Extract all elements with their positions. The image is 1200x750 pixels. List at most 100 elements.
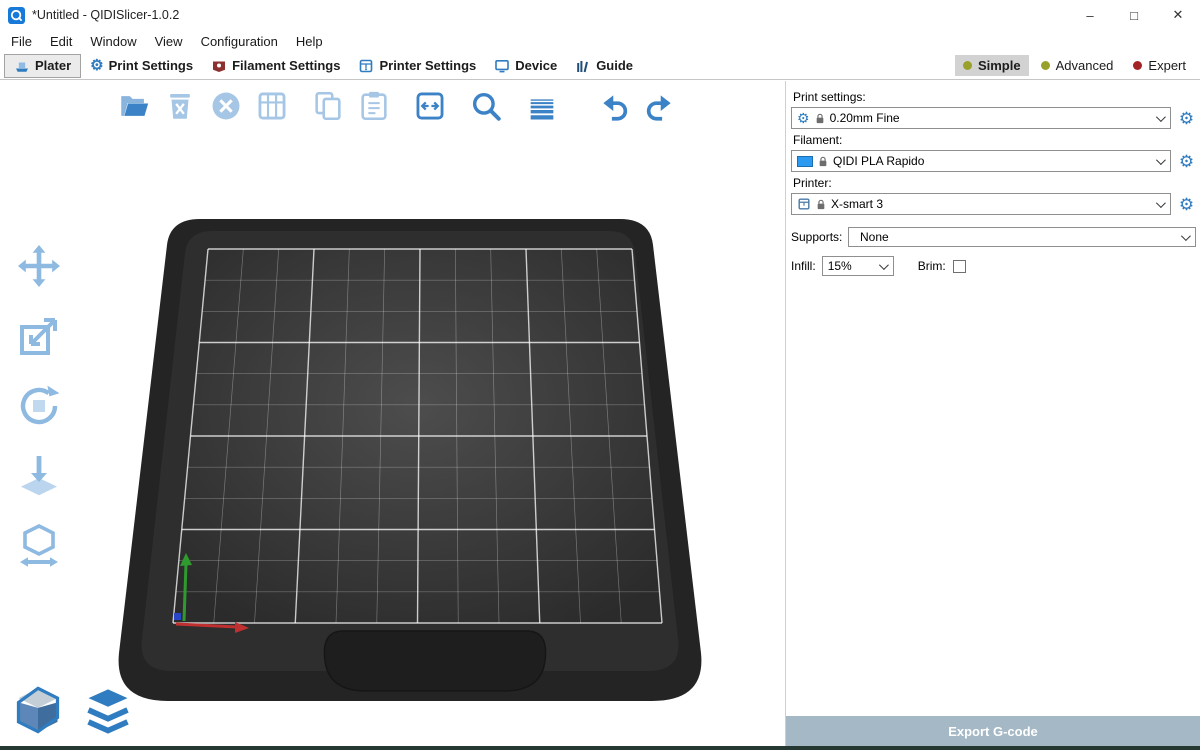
menu-window[interactable]: Window <box>81 32 145 51</box>
printer-gear-button[interactable]: ⚙ <box>1177 196 1196 213</box>
gear-icon: ⚙ <box>90 58 103 73</box>
print-settings-gear-button[interactable]: ⚙ <box>1177 110 1196 127</box>
variable-layer-height-icon[interactable] <box>522 86 562 126</box>
print-settings-value: 0.20mm Fine <box>830 111 900 125</box>
undo-icon[interactable] <box>594 86 634 126</box>
guide-books-icon <box>575 58 591 74</box>
rotate-icon[interactable] <box>12 379 66 433</box>
supports-value: None <box>860 230 889 244</box>
3d-viewport[interactable] <box>0 81 786 746</box>
preview-layers-icon[interactable] <box>80 682 136 738</box>
lock-icon <box>818 155 828 168</box>
brim-label: Brim: <box>918 259 946 273</box>
print-settings-label: Print settings: <box>793 90 1196 104</box>
printer-combo[interactable]: X-smart 3 <box>791 193 1171 215</box>
supports-label: Supports: <box>791 230 848 244</box>
gear-icon: ⚙ <box>797 111 810 125</box>
open-folder-icon[interactable] <box>114 86 154 126</box>
mode-label: Simple <box>978 58 1021 73</box>
bottom-status-strip <box>0 746 1200 750</box>
tab-label: Plater <box>35 58 71 73</box>
place-on-face-icon[interactable] <box>12 449 66 503</box>
tab-print-settings[interactable]: ⚙ Print Settings <box>81 55 202 76</box>
3d-editor-view-icon[interactable] <box>10 682 66 738</box>
chevron-down-icon <box>879 260 889 270</box>
settings-sidebar: Print settings: ⚙ 0.20mm Fine ⚙ Filament… <box>786 81 1200 746</box>
close-button[interactable]: ✕ <box>1156 0 1200 30</box>
app-logo-icon <box>8 7 25 24</box>
tab-label: Filament Settings <box>232 58 340 73</box>
menu-bar: File Edit Window View Configuration Help <box>0 30 1200 52</box>
chevron-down-icon <box>1181 231 1191 241</box>
copy-icon[interactable] <box>308 86 348 126</box>
brim-checkbox[interactable] <box>953 260 966 273</box>
minimize-button[interactable]: – <box>1068 0 1112 30</box>
mode-advanced[interactable]: Advanced <box>1033 55 1122 76</box>
window-title: *Untitled - QIDISlicer-1.0.2 <box>32 8 179 22</box>
chevron-down-icon <box>1156 112 1166 122</box>
tab-label: Guide <box>596 58 633 73</box>
printer-label: Printer: <box>793 176 1196 190</box>
infill-value: 15% <box>828 259 852 273</box>
gizmo-toolbar <box>12 239 66 573</box>
tab-guide[interactable]: Guide <box>566 55 642 77</box>
infill-label: Infill: <box>791 259 816 273</box>
split-objects-icon[interactable] <box>410 86 450 126</box>
simple-mode-dot-icon <box>963 61 972 70</box>
tab-device[interactable]: Device <box>485 55 566 77</box>
filament-value: QIDI PLA Rapido <box>833 154 924 168</box>
paste-icon[interactable] <box>354 86 394 126</box>
filament-label: Filament: <box>793 133 1196 147</box>
move-icon[interactable] <box>12 239 66 293</box>
tab-label: Printer Settings <box>379 58 476 73</box>
device-monitor-icon <box>494 58 510 74</box>
lock-icon <box>816 198 826 211</box>
z-axis-marker <box>174 613 181 620</box>
menu-file[interactable]: File <box>2 32 41 51</box>
filament-spool-icon <box>211 58 227 74</box>
menu-help[interactable]: Help <box>287 32 332 51</box>
tab-filament-settings[interactable]: Filament Settings <box>202 55 349 77</box>
lock-icon <box>815 112 825 125</box>
printer-value: X-smart 3 <box>831 197 883 211</box>
delete-icon[interactable] <box>160 86 200 126</box>
arrange-icon[interactable] <box>252 86 292 126</box>
delete-all-icon[interactable] <box>206 86 246 126</box>
expert-mode-dot-icon <box>1133 61 1142 70</box>
menu-edit[interactable]: Edit <box>41 32 81 51</box>
view-toggles <box>10 682 136 738</box>
export-gcode-button[interactable]: Export G-code <box>786 716 1200 746</box>
chevron-down-icon <box>1156 198 1166 208</box>
app-window: *Untitled - QIDISlicer-1.0.2 – □ ✕ File … <box>0 0 1200 750</box>
mode-expert[interactable]: Expert <box>1125 55 1194 76</box>
printer-icon <box>358 58 374 74</box>
plater-toolbar <box>114 86 680 126</box>
infill-combo[interactable]: 15% <box>822 256 894 276</box>
mode-selector: Simple Advanced Expert <box>955 55 1194 76</box>
printer-icon <box>797 197 811 211</box>
mode-label: Expert <box>1148 58 1186 73</box>
tab-printer-settings[interactable]: Printer Settings <box>349 55 485 77</box>
menu-view[interactable]: View <box>146 32 192 51</box>
tab-label: Device <box>515 58 557 73</box>
supports-combo[interactable]: None <box>848 227 1196 247</box>
chevron-down-icon <box>1156 155 1166 165</box>
measure-icon[interactable] <box>12 519 66 573</box>
menu-configuration[interactable]: Configuration <box>192 32 287 51</box>
redo-icon[interactable] <box>640 86 680 126</box>
filament-color-swatch <box>797 156 813 167</box>
print-bed <box>100 201 720 711</box>
mode-label: Advanced <box>1056 58 1114 73</box>
filament-combo[interactable]: QIDI PLA Rapido <box>791 150 1171 172</box>
tab-plater[interactable]: Plater <box>4 54 81 78</box>
mode-simple[interactable]: Simple <box>955 55 1029 76</box>
plater-icon <box>14 58 30 74</box>
advanced-mode-dot-icon <box>1041 61 1050 70</box>
title-bar: *Untitled - QIDISlicer-1.0.2 – □ ✕ <box>0 0 1200 30</box>
filament-gear-button[interactable]: ⚙ <box>1177 153 1196 170</box>
scale-icon[interactable] <box>12 309 66 363</box>
print-settings-combo[interactable]: ⚙ 0.20mm Fine <box>791 107 1171 129</box>
search-icon[interactable] <box>466 86 506 126</box>
maximize-button[interactable]: □ <box>1112 0 1156 30</box>
tab-bar: Plater ⚙ Print Settings Filament Setting… <box>0 52 1200 80</box>
